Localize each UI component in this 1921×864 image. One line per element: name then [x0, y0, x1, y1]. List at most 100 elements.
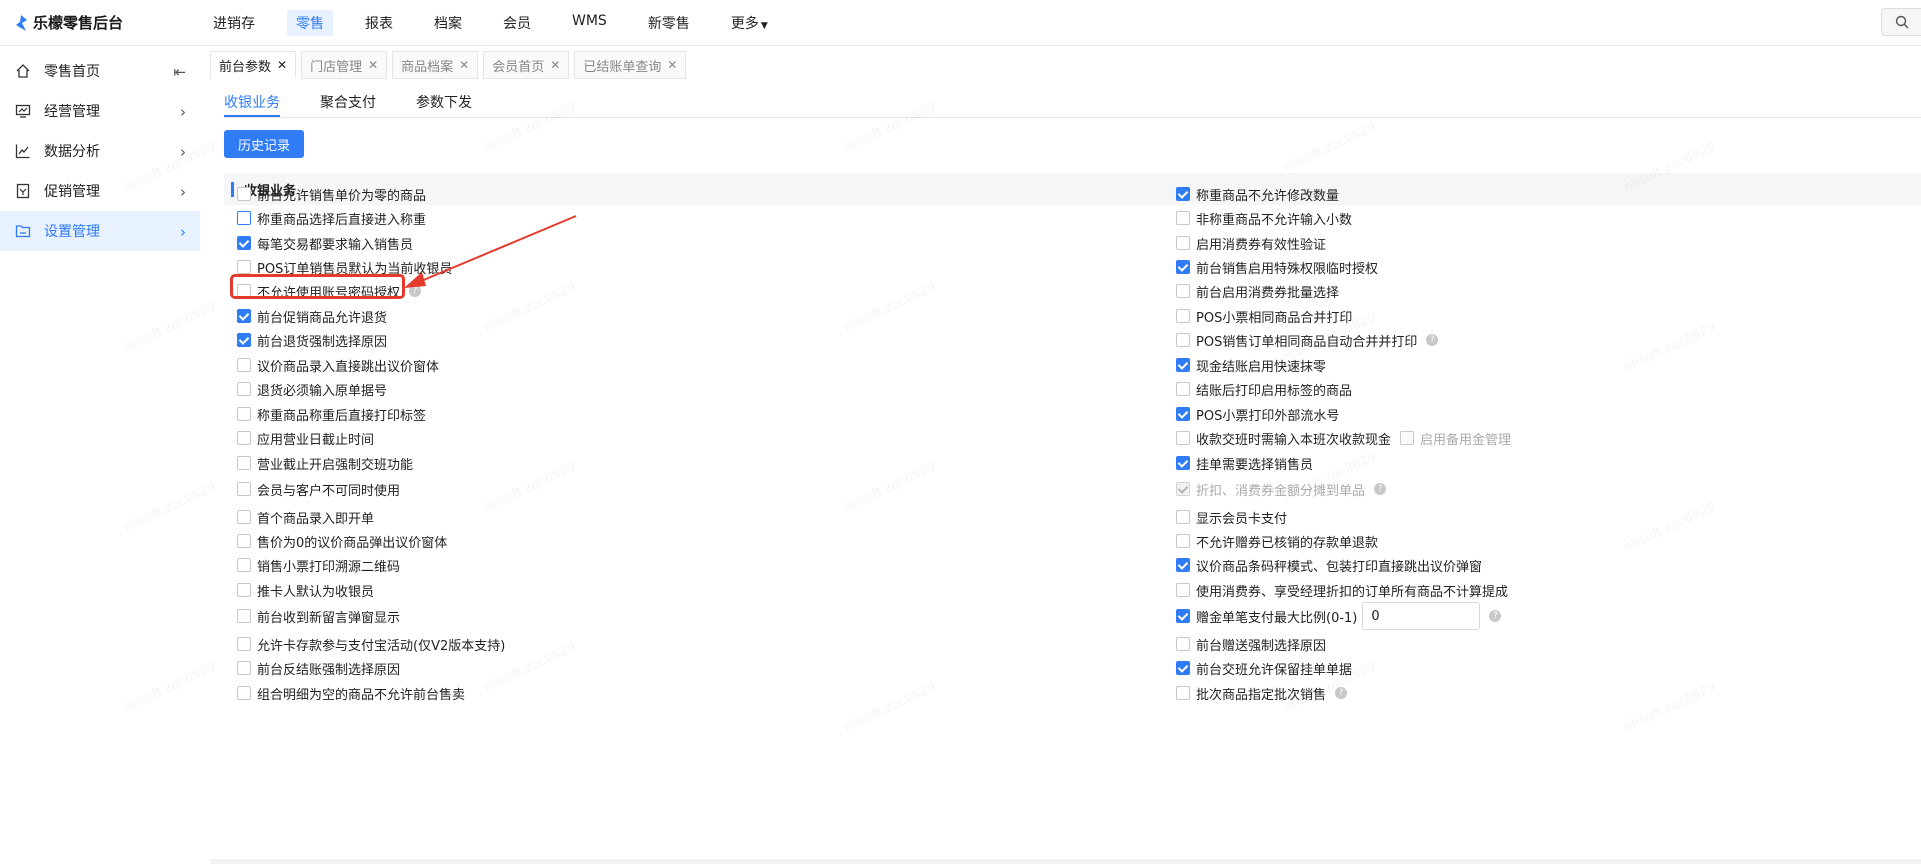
help-icon[interactable]: ?: [1374, 483, 1387, 495]
right-option-row[interactable]: 非称重商品不允许输入小数: [1176, 208, 1352, 228]
option-checkbox[interactable]: [237, 236, 251, 250]
option-checkbox[interactable]: [1176, 583, 1190, 597]
right-option-row[interactable]: 议价商品条码秤模式、包装打印直接跳出议价弹窗: [1176, 555, 1482, 575]
sidebar-item-retail-home[interactable]: 零售首页 ⇤: [0, 51, 200, 91]
option-checkbox[interactable]: [237, 187, 251, 201]
option-checkbox[interactable]: [237, 407, 251, 421]
option-checkbox[interactable]: [237, 260, 251, 274]
option-checkbox[interactable]: [1176, 661, 1190, 675]
right-option-row[interactable]: 称重商品不允许修改数量: [1176, 184, 1339, 204]
close-icon[interactable]: ✕: [459, 58, 469, 72]
close-icon[interactable]: ✕: [368, 58, 378, 72]
option-checkbox[interactable]: [1176, 637, 1190, 651]
left-option-row[interactable]: 前台允许销售单价为零的商品: [237, 184, 426, 204]
option-checkbox[interactable]: [1176, 260, 1190, 274]
option-checkbox[interactable]: [237, 456, 251, 470]
help-icon[interactable]: ?: [1489, 610, 1502, 622]
option-checkbox[interactable]: [237, 583, 251, 597]
left-option-row[interactable]: 允许卡存款参与支付宝活动(仅V2版本支持): [237, 634, 505, 654]
option-checkbox[interactable]: [1176, 609, 1190, 623]
tab-store-management[interactable]: 门店管理 ✕: [301, 51, 388, 79]
right-option-row[interactable]: 前台启用消费券批量选择: [1176, 281, 1339, 301]
option-checkbox[interactable]: [1176, 236, 1190, 250]
right-option-row[interactable]: 现金结账启用快速抹零: [1176, 355, 1326, 375]
left-option-row[interactable]: 推卡人默认为收银员: [237, 580, 374, 600]
topnav-item-members[interactable]: 会员: [494, 10, 540, 36]
tab-member-home[interactable]: 会员首页 ✕: [483, 51, 570, 79]
right-option-row[interactable]: 使用消费券、享受经理折扣的订单所有商品不计算提成: [1176, 580, 1508, 600]
option-checkbox[interactable]: [1176, 333, 1190, 347]
option-checkbox[interactable]: [1176, 431, 1190, 445]
option-checkbox[interactable]: [237, 534, 251, 548]
right-option-row[interactable]: 前台交班允许保留挂单单据: [1176, 658, 1352, 678]
option-checkbox[interactable]: [1176, 510, 1190, 524]
option-checkbox[interactable]: [1176, 211, 1190, 225]
option-checkbox[interactable]: [237, 358, 251, 372]
right-option-row[interactable]: POS销售订单相同商品自动合并并打印?: [1176, 330, 1439, 350]
left-option-row[interactable]: 应用营业日截止时间: [237, 428, 374, 448]
tab-frontend-params[interactable]: 前台参数 ✕: [210, 51, 297, 79]
right-option-row[interactable]: POS小票相同商品合并打印: [1176, 306, 1352, 326]
left-option-row[interactable]: 前台反结账强制选择原因: [237, 658, 400, 678]
collapse-sidebar-icon[interactable]: ⇤: [173, 63, 186, 81]
option-checkbox[interactable]: [1176, 309, 1190, 323]
option-checkbox[interactable]: [237, 431, 251, 445]
subtab-param-distribution[interactable]: 参数下发: [416, 92, 472, 117]
right-option-row[interactable]: POS小票打印外部流水号: [1176, 404, 1339, 424]
close-icon[interactable]: ✕: [277, 58, 287, 72]
option-checkbox[interactable]: [237, 211, 251, 225]
left-option-row[interactable]: 退货必须输入原单据号: [237, 379, 387, 399]
right-option-row[interactable]: 结账后打印启用标签的商品: [1176, 379, 1352, 399]
topnav-item-wms[interactable]: WMS: [563, 10, 616, 36]
option-checkbox[interactable]: [237, 637, 251, 651]
sidebar-item-promotions[interactable]: 促销管理 ›: [0, 171, 200, 211]
option-checkbox[interactable]: [1176, 558, 1190, 572]
left-option-row[interactable]: 组合明细为空的商品不允许前台售卖: [237, 683, 465, 703]
sub-option-checkbox[interactable]: [1400, 431, 1415, 445]
topnav-item-reports[interactable]: 报表: [356, 10, 402, 36]
topnav-item-retail[interactable]: 零售: [287, 10, 333, 36]
right-option-row[interactable]: 批次商品指定批次销售?: [1176, 683, 1348, 703]
option-checkbox[interactable]: [237, 686, 251, 700]
search-button[interactable]: [1881, 8, 1921, 36]
option-checkbox[interactable]: [237, 333, 251, 347]
option-checkbox[interactable]: [237, 309, 251, 323]
subtab-cashier-business[interactable]: 收银业务: [224, 92, 280, 117]
right-option-row[interactable]: 启用消费券有效性验证: [1176, 233, 1326, 253]
left-option-row[interactable]: 营业截止开启强制交班功能: [237, 453, 413, 473]
right-option-row[interactable]: 显示会员卡支付: [1176, 507, 1287, 527]
left-option-row[interactable]: 前台收到新留言弹窗显示: [237, 606, 400, 626]
option-checkbox[interactable]: [1176, 407, 1190, 421]
history-button[interactable]: 历史记录: [224, 130, 304, 158]
left-option-row[interactable]: 前台退货强制选择原因: [237, 330, 387, 350]
ratio-input[interactable]: [1362, 602, 1481, 630]
right-option-row[interactable]: 挂单需要选择销售员: [1176, 453, 1313, 473]
left-option-row[interactable]: 销售小票打印溯源二维码: [237, 555, 400, 575]
option-checkbox[interactable]: [237, 558, 251, 572]
option-checkbox[interactable]: [1176, 482, 1190, 496]
option-checkbox[interactable]: [1176, 358, 1190, 372]
tab-product-archive[interactable]: 商品档案 ✕: [392, 51, 479, 79]
close-icon[interactable]: ✕: [667, 58, 677, 72]
subtab-aggregate-payment[interactable]: 聚合支付: [320, 92, 376, 117]
option-checkbox[interactable]: [1176, 284, 1190, 298]
sidebar-item-operations[interactable]: 经营管理 ›: [0, 91, 200, 131]
close-icon[interactable]: ✕: [550, 58, 560, 72]
help-icon[interactable]: ?: [1335, 687, 1348, 699]
option-checkbox[interactable]: [1176, 382, 1190, 396]
option-checkbox[interactable]: [1176, 534, 1190, 548]
option-checkbox[interactable]: [237, 510, 251, 524]
left-option-row[interactable]: 前台促销商品允许退货: [237, 306, 387, 326]
right-option-row[interactable]: 前台赠送强制选择原因: [1176, 634, 1326, 654]
option-checkbox[interactable]: [1176, 187, 1190, 201]
app-logo[interactable]: 乐檬零售后台: [14, 12, 123, 33]
option-checkbox[interactable]: [237, 661, 251, 675]
right-option-row[interactable]: 赠金单笔支付最大比例(0-1)?: [1176, 602, 1502, 630]
help-icon[interactable]: ?: [1426, 334, 1439, 346]
option-checkbox[interactable]: [237, 482, 251, 496]
sub-option[interactable]: 启用备用金管理: [1400, 429, 1511, 448]
topnav-item-archives[interactable]: 档案: [425, 10, 471, 36]
topnav-item-inventory[interactable]: 进销存: [204, 10, 264, 36]
left-option-row[interactable]: 议价商品录入直接跳出议价窗体: [237, 355, 439, 375]
topnav-item-more[interactable]: 更多 ▼: [722, 10, 777, 36]
